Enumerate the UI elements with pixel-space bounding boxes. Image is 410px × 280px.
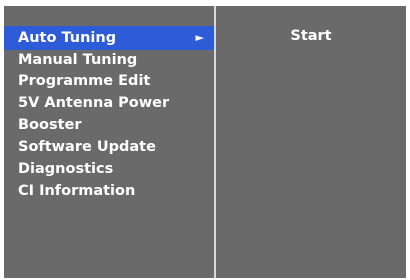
menu-item-label: Programme Edit: [18, 73, 151, 89]
menu-item-software-update[interactable]: Software Update: [4, 135, 214, 159]
menu-item-label: Software Update: [18, 139, 156, 155]
menu-item-label: Booster: [18, 117, 82, 133]
setup-menu-osd: Auto Tuning ► Manual Tuning Programme Ed…: [4, 6, 406, 278]
menu-item-label: CI Information: [18, 183, 136, 199]
submenu-item-start[interactable]: Start: [216, 26, 406, 46]
menu-item-5v-antenna-power[interactable]: 5V Antenna Power: [4, 91, 214, 115]
menu-item-diagnostics[interactable]: Diagnostics: [4, 157, 214, 181]
menu-item-label: Diagnostics: [18, 161, 114, 177]
menu-item-auto-tuning[interactable]: Auto Tuning ►: [4, 26, 214, 50]
submenu-arrow-icon: ►: [195, 31, 204, 44]
main-menu-panel: Auto Tuning ► Manual Tuning Programme Ed…: [4, 6, 214, 278]
menu-item-programme-edit[interactable]: Programme Edit: [4, 69, 214, 93]
menu-item-booster[interactable]: Booster: [4, 113, 214, 137]
menu-item-label: 5V Antenna Power: [18, 95, 170, 111]
menu-item-ci-information[interactable]: CI Information: [4, 179, 214, 203]
menu-item-label: Auto Tuning: [18, 30, 117, 46]
menu-item-label: Manual Tuning: [18, 52, 138, 68]
submenu-panel: Start: [216, 6, 406, 278]
